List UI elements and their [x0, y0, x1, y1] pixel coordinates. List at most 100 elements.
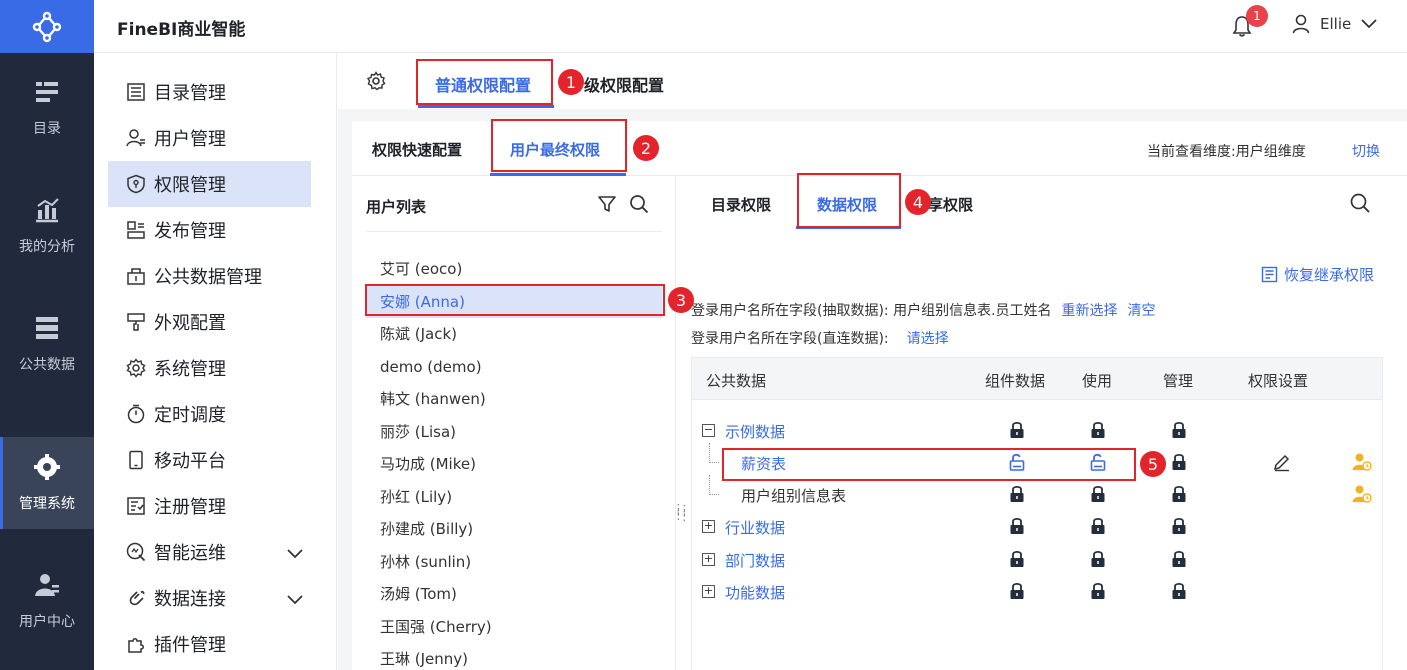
- restore-inherit-button[interactable]: 恢复继承权限: [1261, 264, 1374, 285]
- drag-handle[interactable]: ⋮ ⋮: [678, 504, 691, 523]
- table-row-name[interactable]: 示例数据: [725, 421, 785, 442]
- tab-level-permission[interactable]: 级权限配置: [584, 72, 664, 96]
- public-data-icon: [33, 314, 61, 342]
- filter-icon[interactable]: [597, 194, 617, 214]
- sidebar-item-3[interactable]: 发布管理: [108, 207, 311, 253]
- user-list-item[interactable]: 丽莎 (Lisa): [366, 416, 662, 448]
- table-row-name[interactable]: 行业数据: [725, 517, 785, 538]
- data-permission-area: 目录权限 数据权限 共享权限 恢复继承权限 登录用户名所在字段(抽取数据): 用…: [677, 176, 1407, 670]
- lock-icon[interactable]: [1171, 484, 1187, 504]
- sidebar-item-label: 移动平台: [154, 451, 226, 472]
- annotation-badge-2: 2: [633, 135, 659, 161]
- user-menu[interactable]: Ellie: [1292, 14, 1377, 34]
- dimension-switch-link[interactable]: 切换: [1352, 141, 1380, 161]
- sidebar-item-1[interactable]: 用户管理: [108, 115, 311, 161]
- annotation-box-4: [797, 173, 901, 228]
- sidebar-item-12[interactable]: 插件管理: [108, 621, 311, 667]
- gear-icon[interactable]: [366, 71, 386, 91]
- annotation-badge-4: 4: [905, 189, 931, 215]
- lock-icon[interactable]: [1009, 516, 1025, 536]
- plugin-icon: [126, 634, 146, 654]
- rail-item-2[interactable]: 公共数据: [0, 298, 94, 390]
- table-row-name[interactable]: 部门数据: [725, 550, 785, 571]
- reselect-link[interactable]: 重新选择: [1062, 303, 1118, 319]
- table-row-name[interactable]: 用户组别信息表: [741, 485, 846, 506]
- data-permission-table: 公共数据 组件数据 使用 管理 权限设置 − 示例数据 薪资表 用户组别信息表 + 行业数…: [691, 357, 1383, 670]
- rail-item-3[interactable]: 管理系统: [0, 437, 94, 529]
- lock-icon[interactable]: [1171, 516, 1187, 536]
- sidebar-item-0[interactable]: 目录管理: [108, 69, 311, 115]
- sidebar-item-label: 插件管理: [154, 635, 226, 656]
- lock-icon[interactable]: [1171, 452, 1187, 472]
- lock-icon[interactable]: [1171, 420, 1187, 440]
- lock-icon[interactable]: [1171, 549, 1187, 569]
- list-icon: [126, 82, 146, 102]
- extract-field-row: 登录用户名所在字段(抽取数据): 用户组别信息表.员工姓名 重新选择 清空: [691, 300, 1156, 320]
- lock-icon[interactable]: [1090, 484, 1106, 504]
- lock-icon[interactable]: [1090, 516, 1106, 536]
- expand-icon[interactable]: +: [702, 520, 715, 533]
- sidebar-item-8[interactable]: 移动平台: [108, 437, 311, 483]
- direct-field-row: 登录用户名所在字段(直连数据): 请选择: [691, 328, 949, 348]
- user-list-item[interactable]: 艾可 (eoco): [366, 253, 662, 285]
- sidebar-item-5[interactable]: 外观配置: [108, 299, 311, 345]
- sidebar-item-4[interactable]: 公共数据管理: [108, 253, 311, 299]
- sidebar-item-2[interactable]: 权限管理: [108, 161, 311, 207]
- timer-icon: [126, 404, 146, 424]
- user-list-item[interactable]: 陈斌 (Jack): [366, 318, 662, 350]
- lock-icon[interactable]: [1171, 581, 1187, 601]
- user-list-item[interactable]: 孙建成 (Billy): [366, 513, 662, 545]
- mobile-icon: [126, 450, 146, 470]
- select-link[interactable]: 请选择: [907, 331, 949, 347]
- lock-icon[interactable]: [1090, 420, 1106, 440]
- user-list-item[interactable]: 汤姆 (Tom): [366, 578, 662, 610]
- table-row: + 行业数据: [692, 511, 1382, 543]
- tab-catalog-permission[interactable]: 目录权限: [711, 194, 771, 215]
- rail-item-4[interactable]: 用户中心: [0, 555, 94, 647]
- sidebar-item-11[interactable]: 数据连接: [108, 575, 311, 621]
- user-list-item[interactable]: demo (demo): [366, 351, 662, 383]
- search-icon[interactable]: [1349, 192, 1371, 214]
- user-icon: [1292, 14, 1310, 34]
- lock-icon[interactable]: [1009, 420, 1025, 440]
- column-header-setting: 权限设置: [1248, 372, 1309, 390]
- sidebar-item-label: 数据连接: [154, 589, 226, 610]
- publish-icon: [126, 220, 146, 240]
- table-row-name[interactable]: 功能数据: [725, 582, 785, 603]
- lock-icon[interactable]: [1009, 581, 1025, 601]
- user-list-item[interactable]: 孙红 (Lily): [366, 481, 662, 513]
- restore-icon: [1261, 266, 1278, 283]
- user-list-item[interactable]: 韩文 (hanwen): [366, 383, 662, 415]
- user-list-item[interactable]: 王琳 (Jenny): [366, 643, 662, 670]
- user-list-item[interactable]: 孙林 (sunlin): [366, 546, 662, 578]
- sidebar-item-label: 发布管理: [154, 221, 226, 242]
- sidebar-item-7[interactable]: 定时调度: [108, 391, 311, 437]
- collapse-icon[interactable]: −: [702, 424, 715, 437]
- catalog-icon: [33, 78, 61, 106]
- user-permission-setting-icon[interactable]: [1352, 484, 1372, 504]
- chevron-down-icon[interactable]: [287, 543, 303, 564]
- sidebar-item-9[interactable]: 注册管理: [108, 483, 311, 529]
- sidebar-item-label: 智能运维: [154, 543, 226, 564]
- lock-icon[interactable]: [1090, 549, 1106, 569]
- lock-icon[interactable]: [1090, 581, 1106, 601]
- lock-icon[interactable]: [1009, 484, 1025, 504]
- tab-quick-config[interactable]: 权限快速配置: [372, 139, 462, 160]
- user-list-item[interactable]: 马功成 (Mike): [366, 448, 662, 480]
- chevron-down-icon[interactable]: [287, 589, 303, 610]
- annotation-badge-3: 3: [668, 287, 694, 313]
- expand-icon[interactable]: +: [702, 585, 715, 598]
- search-icon[interactable]: [629, 194, 649, 214]
- rail-item-1[interactable]: 我的分析: [0, 180, 94, 272]
- clear-link[interactable]: 清空: [1128, 303, 1156, 319]
- user-list-item[interactable]: 王国强 (Cherry): [366, 611, 662, 643]
- sidebar-item-6[interactable]: 系统管理: [108, 345, 311, 391]
- sidebar-item-10[interactable]: 智能运维: [108, 529, 311, 575]
- user-permission-setting-icon[interactable]: [1352, 452, 1372, 472]
- edit-icon[interactable]: [1272, 452, 1290, 472]
- rail-item-0[interactable]: 目录: [0, 62, 94, 154]
- rail-item-label: 目录: [33, 121, 61, 137]
- expand-icon[interactable]: +: [702, 553, 715, 566]
- lock-icon[interactable]: [1009, 549, 1025, 569]
- app-logo[interactable]: [0, 0, 94, 53]
